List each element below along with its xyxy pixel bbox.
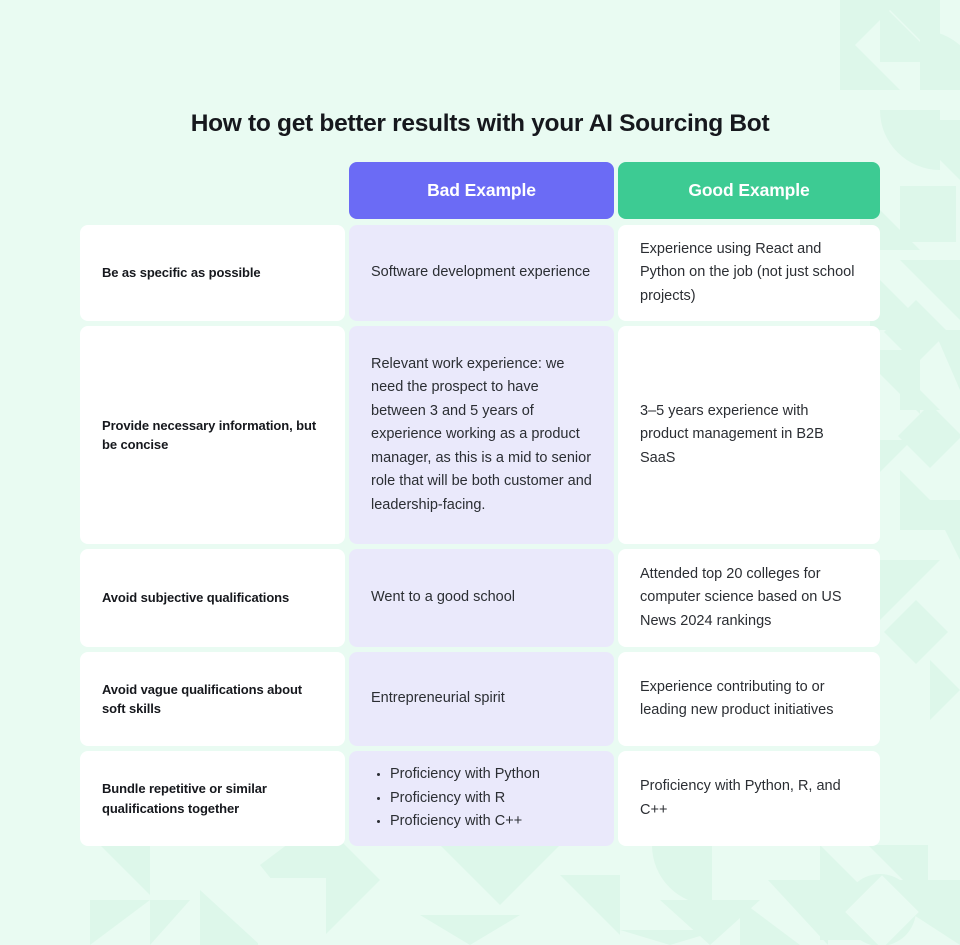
row-label: Avoid vague qualifications about soft sk… xyxy=(80,652,345,746)
list-item: Proficiency with R xyxy=(390,787,592,810)
good-example-pill: Good Example xyxy=(618,162,880,219)
row-good-example: 3–5 years experience with product manage… xyxy=(618,326,880,544)
page-root: How to get better results with your AI S… xyxy=(0,0,960,945)
table-row: Provide necessary information, but be co… xyxy=(80,326,880,544)
table-row: Bundle repetitive or similar qualificati… xyxy=(80,751,880,846)
row-label: Bundle repetitive or similar qualificati… xyxy=(80,751,345,846)
row-bad-example: Proficiency with PythonProficiency with … xyxy=(349,751,614,846)
header-bad-example: Bad Example xyxy=(349,162,614,219)
page-title: How to get better results with your AI S… xyxy=(190,110,770,137)
header-good-example: Good Example xyxy=(618,162,880,219)
header-spacer xyxy=(80,162,345,219)
row-label: Provide necessary information, but be co… xyxy=(80,326,345,544)
table-row: Avoid subjective qualifications Went to … xyxy=(80,549,880,647)
table-row: Avoid vague qualifications about soft sk… xyxy=(80,652,880,746)
row-bad-example: Entrepreneurial spirit xyxy=(349,652,614,746)
comparison-table: Bad Example Good Example Be as specific … xyxy=(80,162,880,846)
row-good-example: Experience using React and Python on the… xyxy=(618,225,880,321)
row-bad-example: Relevant work experience: we need the pr… xyxy=(349,326,614,544)
row-good-example: Experience contributing to or leading ne… xyxy=(618,652,880,746)
row-bad-example: Went to a good school xyxy=(349,549,614,647)
table-row: Be as specific as possible Software deve… xyxy=(80,225,880,321)
row-label: Be as specific as possible xyxy=(80,225,345,321)
list-item: Proficiency with C++ xyxy=(390,810,592,833)
list-item: Proficiency with Python xyxy=(390,763,592,786)
bad-example-pill: Bad Example xyxy=(349,162,614,219)
row-good-example: Proficiency with Python, R, and C++ xyxy=(618,751,880,846)
row-bad-example: Software development experience xyxy=(349,225,614,321)
row-label: Avoid subjective qualifications xyxy=(80,549,345,647)
row-good-example: Attended top 20 colleges for computer sc… xyxy=(618,549,880,647)
bad-example-list: Proficiency with PythonProficiency with … xyxy=(371,763,592,833)
table-header-row: Bad Example Good Example xyxy=(80,162,880,219)
